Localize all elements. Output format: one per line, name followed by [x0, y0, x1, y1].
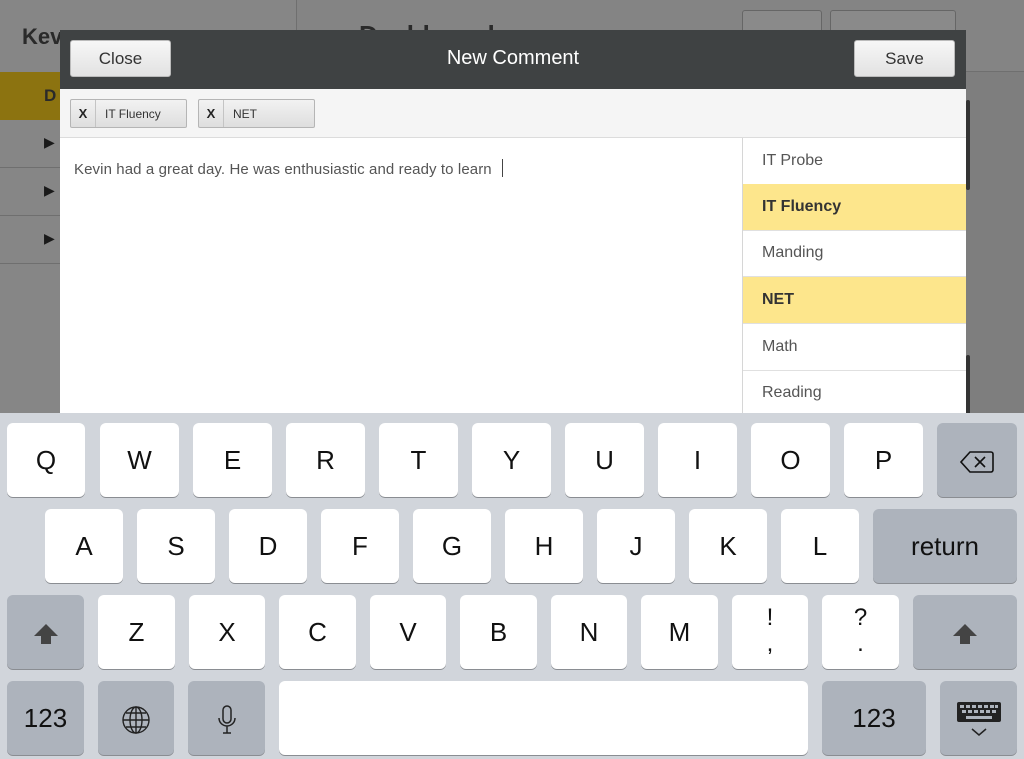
key-exclamation-comma[interactable]: ! , — [732, 595, 808, 669]
new-comment-modal: Close New Comment Save X IT Fluency X NE… — [60, 30, 966, 413]
text-cursor — [501, 159, 503, 177]
remove-tag-button[interactable]: X — [199, 100, 224, 127]
background-sidebar-row: ▶ — [0, 216, 60, 264]
modal-header: Close New Comment Save — [60, 30, 966, 89]
expand-arrow-icon: ▶ — [44, 230, 55, 246]
space-bar[interactable] — [279, 681, 808, 755]
key-e[interactable]: E — [193, 423, 272, 497]
comment-text-content: Kevin had a great day. He was enthusiast… — [74, 159, 503, 178]
category-item-it-fluency[interactable]: IT Fluency — [743, 184, 966, 231]
key-i[interactable]: I — [658, 423, 737, 497]
category-item-net[interactable]: NET — [743, 277, 966, 324]
key-h[interactable]: H — [505, 509, 583, 583]
tag-label: NET — [233, 107, 257, 121]
comment-text: Kevin had a great day. He was enthusiast… — [74, 161, 492, 178]
backspace-icon — [959, 451, 994, 473]
key-f[interactable]: F — [321, 509, 399, 583]
key-q[interactable]: Q — [7, 423, 85, 497]
key-top-char: ? — [853, 604, 868, 631]
comment-text-area[interactable]: Kevin had a great day. He was enthusiast… — [60, 138, 742, 413]
tag-chip-net: X NET — [198, 99, 315, 128]
key-r[interactable]: R — [286, 423, 365, 497]
remove-tag-button[interactable]: X — [71, 100, 96, 127]
key-b[interactable]: B — [460, 595, 537, 669]
key-bottom-char: . — [857, 630, 864, 657]
globe-icon — [122, 706, 150, 734]
numbers-key-left[interactable]: 123 — [7, 681, 84, 755]
key-top-char: ! — [766, 604, 774, 631]
background-sidebar-selected-item: D — [0, 72, 60, 120]
expand-arrow-icon: ▶ — [44, 134, 55, 150]
hide-keyboard-icon — [956, 702, 1001, 737]
key-x[interactable]: X — [189, 595, 265, 669]
key-v[interactable]: V — [370, 595, 446, 669]
key-k[interactable]: K — [689, 509, 767, 583]
dictation-key[interactable] — [188, 681, 265, 755]
key-a[interactable]: A — [45, 509, 123, 583]
shift-icon — [953, 624, 977, 645]
key-bottom-char: , — [766, 630, 774, 657]
background-sidebar-row: ▶ — [0, 120, 60, 168]
expand-arrow-icon: ▶ — [44, 182, 55, 198]
numbers-key-right[interactable]: 123 — [822, 681, 926, 755]
key-g[interactable]: G — [413, 509, 491, 583]
key-d[interactable]: D — [229, 509, 307, 583]
key-c[interactable]: C — [279, 595, 356, 669]
key-s[interactable]: S — [137, 509, 215, 583]
background-sidebar-selected-label: D — [44, 86, 57, 105]
background-sidebar-title: Kev — [22, 24, 62, 49]
key-y[interactable]: Y — [472, 423, 551, 497]
tag-bar: X IT Fluency X NET — [60, 89, 966, 138]
key-o[interactable]: O — [751, 423, 830, 497]
hide-keyboard-key[interactable] — [940, 681, 1017, 755]
globe-key[interactable] — [98, 681, 174, 755]
key-l[interactable]: L — [781, 509, 859, 583]
key-z[interactable]: Z — [98, 595, 175, 669]
key-w[interactable]: W — [100, 423, 179, 497]
key-m[interactable]: M — [641, 595, 718, 669]
return-key[interactable]: return — [873, 509, 1017, 583]
category-list: IT Probe IT Fluency Manding NET Math Rea… — [742, 138, 966, 413]
tag-label: IT Fluency — [105, 107, 161, 121]
left-shift-key[interactable] — [7, 595, 84, 669]
key-u[interactable]: U — [565, 423, 644, 497]
save-button[interactable]: Save — [854, 40, 955, 77]
shift-icon — [33, 624, 58, 645]
key-n[interactable]: N — [551, 595, 627, 669]
microphone-icon — [217, 705, 236, 734]
on-screen-keyboard: Q W E R T Y U I O P A S D F G H J K L re… — [0, 413, 1024, 759]
modal-title: New Comment — [446, 47, 580, 69]
category-item-math[interactable]: Math — [743, 324, 966, 371]
key-j[interactable]: J — [597, 509, 675, 583]
background-card — [966, 355, 970, 415]
backspace-key[interactable] — [937, 423, 1017, 497]
key-t[interactable]: T — [379, 423, 458, 497]
right-shift-key[interactable] — [913, 595, 1017, 669]
tag-chip-it-fluency: X IT Fluency — [70, 99, 187, 128]
category-item-reading[interactable]: Reading — [743, 370, 966, 413]
category-item-manding[interactable]: Manding — [743, 230, 966, 277]
category-item-it-probe[interactable]: IT Probe — [743, 138, 966, 185]
key-question-period[interactable]: ? . — [822, 595, 899, 669]
background-sidebar-row: ▶ — [0, 168, 60, 216]
key-p[interactable]: P — [844, 423, 923, 497]
background-card — [966, 100, 970, 190]
